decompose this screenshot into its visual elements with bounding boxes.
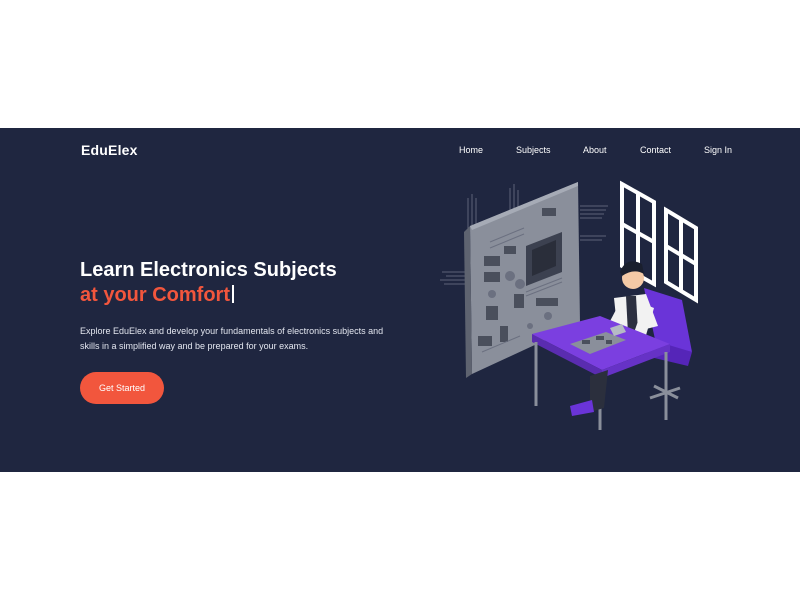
nav-item-subjects[interactable]: Subjects	[516, 145, 551, 155]
headline-line-1: Learn Electronics Subjects	[80, 259, 337, 281]
headline-line-2: at your Comfort	[80, 284, 230, 306]
typing-cursor	[232, 285, 234, 303]
nav-item-contact[interactable]: Contact	[640, 145, 671, 155]
nav-item-about[interactable]: About	[583, 145, 607, 155]
nav-item-home[interactable]: Home	[459, 145, 483, 155]
nav-item-sign-in[interactable]: Sign In	[704, 145, 732, 155]
hero-description: Explore EduElex and develop your fundame…	[80, 326, 384, 351]
hero-section: EduElex Home Subjects About Contact Sign…	[0, 128, 800, 472]
person-at-desk-circuit-illustration-icon	[440, 180, 698, 430]
hero-headline: Learn Electronics Subjects at your Comfo…	[80, 258, 337, 308]
main-nav: Home Subjects About Contact Sign In	[0, 145, 800, 159]
get-started-button[interactable]: Get Started	[80, 372, 164, 404]
